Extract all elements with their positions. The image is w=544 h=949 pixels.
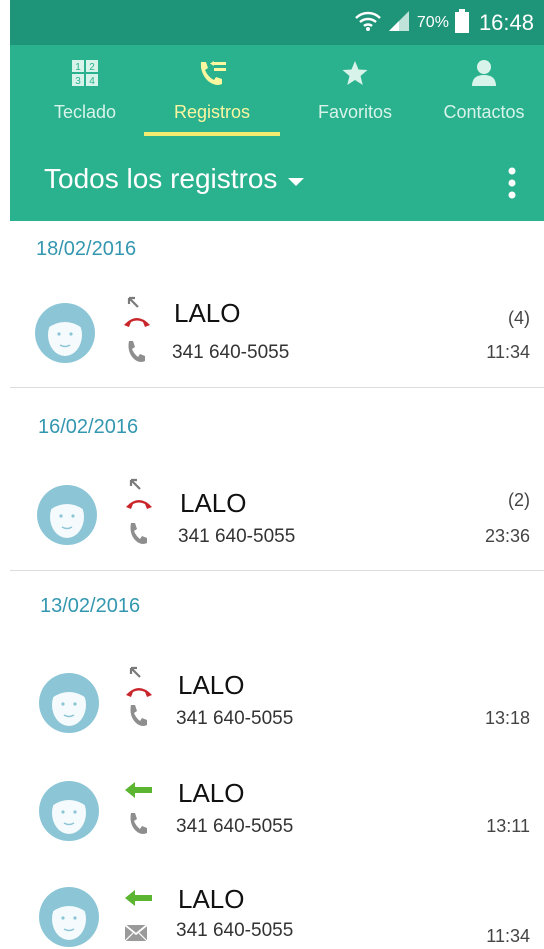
status-bar: 70% 16:48 (10, 0, 544, 45)
svg-text:1: 1 (75, 62, 81, 73)
status-indicators: 70% 16:48 (355, 8, 534, 38)
tab-label: Contactos (443, 102, 525, 122)
filter-bar: Todos los registros (10, 143, 544, 221)
more-options-button[interactable] (502, 165, 522, 201)
missed-call-icon (122, 294, 152, 335)
active-tab-indicator (144, 132, 280, 136)
call-count: (4) (508, 308, 530, 328)
call-count: (2) (508, 490, 530, 510)
call-time: 13:11 (486, 816, 530, 836)
svg-text:3: 3 (75, 76, 81, 87)
contact-name: LALO (174, 298, 241, 328)
call-time: 23:36 (484, 526, 530, 546)
phone-number: 341 640-5055 (178, 526, 296, 547)
contact-avatar-icon (36, 484, 98, 551)
tab-teclado[interactable]: 1 2 3 4 Teclado (30, 45, 140, 143)
phone-icon (128, 522, 148, 551)
missed-call-icon (124, 664, 154, 705)
contact-avatar-icon (38, 672, 100, 739)
svg-text:2: 2 (89, 62, 95, 73)
wifi-icon (355, 9, 381, 38)
date-header: 18/02/2016 (36, 238, 137, 260)
incoming-call-icon (124, 780, 154, 805)
call-log-entry[interactable]: LALO 341 640-5055 13:11 (10, 768, 544, 858)
contact-name: LALO (178, 778, 245, 808)
call-log-icon (196, 59, 228, 94)
call-log-entry[interactable]: LALO 341 640-5055 13:18 (10, 660, 544, 750)
call-time: 11:34 (486, 342, 530, 362)
tab-registros[interactable]: Registros (144, 45, 280, 143)
call-time: 11:34 (486, 926, 530, 946)
call-log-entry[interactable]: LALO 341 640-5055 11:34 (10, 874, 544, 949)
tab-label: Teclado (53, 102, 117, 122)
missed-call-icon (124, 476, 154, 517)
contact-name: LALO (178, 670, 245, 700)
date-header: 16/02/2016 (38, 416, 139, 438)
phone-icon (128, 812, 148, 841)
call-log-entry[interactable]: LALO 341 640-5055 (2) 23:36 (10, 472, 544, 562)
svg-text:4: 4 (89, 76, 95, 87)
person-icon (471, 59, 497, 92)
dialpad-icon: 1 2 3 4 (71, 59, 99, 92)
phone-number: 341 640-5055 (176, 920, 294, 941)
message-envelope-icon (124, 924, 148, 947)
phone-icon (126, 340, 146, 369)
phone-icon (128, 704, 148, 733)
divider (10, 570, 544, 571)
phone-number: 341 640-5055 (172, 342, 290, 363)
battery-icon (454, 8, 469, 38)
dropdown-arrow-icon (287, 163, 305, 195)
tab-contactos[interactable]: Contactos (428, 45, 540, 143)
contact-avatar-icon (38, 780, 100, 847)
contact-avatar-icon (38, 886, 100, 949)
phone-number: 341 640-5055 (176, 708, 294, 729)
tab-favoritos[interactable]: Favoritos (300, 45, 410, 143)
battery-level: 70% (416, 14, 449, 31)
tab-bar: 1 2 3 4 Teclado Registros Favoritos Cont… (10, 45, 544, 143)
contact-name: LALO (180, 488, 247, 518)
phone-number: 341 640-5055 (176, 816, 294, 837)
date-header: 13/02/2016 (40, 595, 141, 617)
contact-name: LALO (178, 884, 245, 914)
filter-dropdown[interactable]: Todos los registros (44, 163, 305, 195)
signal-icon (387, 10, 411, 37)
call-log-entry[interactable]: LALO 341 640-5055 (4) 11:34 (10, 290, 544, 380)
contact-avatar-icon (34, 302, 96, 369)
clock: 16:48 (478, 10, 534, 35)
call-time: 13:18 (484, 708, 530, 728)
star-icon (341, 59, 369, 92)
incoming-message-icon (124, 888, 154, 913)
divider (10, 387, 544, 388)
more-vert-icon (508, 167, 516, 199)
tab-label: Registros (173, 102, 251, 122)
filter-label: Todos los registros (44, 163, 278, 194)
tab-label: Favoritos (317, 102, 393, 122)
